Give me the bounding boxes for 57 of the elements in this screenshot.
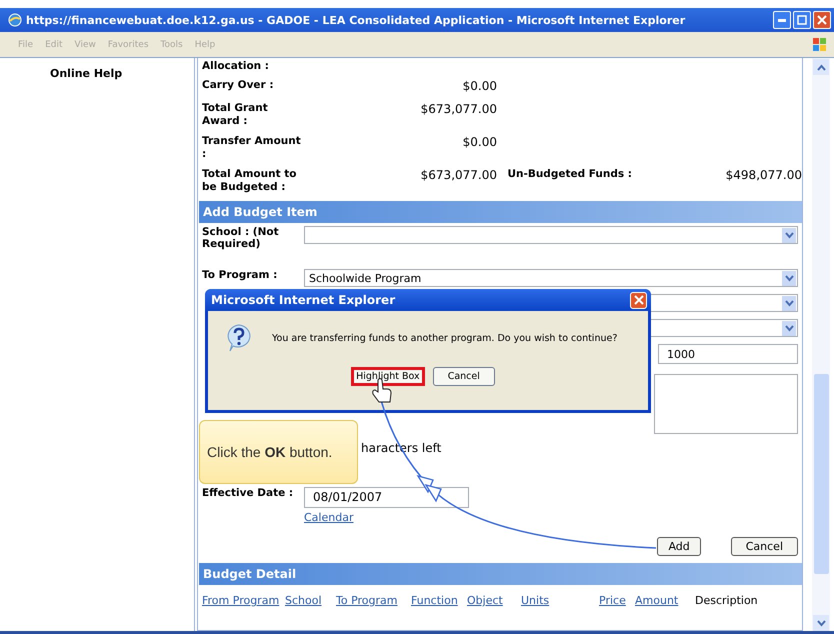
- amount-value: $0.00: [462, 135, 497, 149]
- input-field[interactable]: 1000: [658, 344, 798, 364]
- chevron-down-icon: [784, 300, 794, 306]
- field-label: Effective Date :: [202, 487, 294, 499]
- column-sort-link[interactable]: To Program: [336, 594, 398, 607]
- minimize-button[interactable]: [773, 11, 791, 29]
- calendar-link[interactable]: Calendar: [304, 511, 354, 524]
- maximize-icon: [797, 15, 807, 25]
- amount-value: $498,077.00: [724, 168, 802, 182]
- close-icon: [634, 295, 644, 305]
- cancel-button[interactable]: Cancel: [432, 367, 495, 386]
- scrollbar[interactable]: [812, 58, 830, 631]
- window-title: https://financewebuat.doe.k12.ga.us - GADOE - LEA Consolidated Application - Microsoft Internet Explorer: [26, 14, 686, 26]
- column-sort-link[interactable]: Price: [599, 594, 626, 607]
- cancel-button[interactable]: Cancel: [730, 537, 798, 556]
- globe-icon: [8, 13, 22, 27]
- field-label: Transfer Amount :: [202, 135, 302, 161]
- field-label: Allocation :: [202, 60, 270, 73]
- date-field[interactable]: 08/01/2007: [304, 487, 469, 508]
- dialog-message: You are transferring funds to another program. Do you wish to continue?: [272, 332, 618, 344]
- close-button[interactable]: [630, 292, 647, 308]
- chevron-down-icon: [784, 232, 794, 238]
- close-icon: [817, 15, 827, 25]
- column-sort-link[interactable]: Function: [411, 594, 458, 607]
- dropdown-field[interactable]: [304, 226, 798, 244]
- maximize-button[interactable]: [793, 11, 811, 29]
- amount-value: $673,077.00: [420, 168, 497, 182]
- amount-value: $0.00: [462, 79, 497, 93]
- column-sort-link[interactable]: Amount: [635, 594, 678, 607]
- field-label: To Program :: [202, 269, 278, 281]
- close-button[interactable]: [813, 11, 831, 29]
- field-label: Carry Over :: [202, 79, 275, 92]
- text-area[interactable]: [654, 374, 798, 434]
- column-header: Description: [695, 594, 758, 607]
- chevron-down-icon: [784, 324, 794, 332]
- field-label: Total Amount to be Budgeted :: [202, 168, 298, 194]
- sidebar-link[interactable]: Online Help: [50, 67, 122, 80]
- ok-button[interactable]: Highlight Box: [351, 367, 425, 386]
- dropdown-field[interactable]: Schoolwide Program: [304, 269, 798, 287]
- column-sort-link[interactable]: From Program: [202, 594, 280, 607]
- field-label: Un-Budgeted Funds :: [506, 168, 632, 181]
- field-label: Total Grant Award :: [202, 102, 269, 128]
- column-sort-link[interactable]: Object: [467, 594, 503, 607]
- minimize-icon: [778, 18, 786, 22]
- dialog-title: Microsoft Internet Explorer: [211, 293, 396, 307]
- section-header: Budget Detail: [199, 563, 802, 585]
- chevron-up-icon: [816, 64, 826, 70]
- chevron-down-icon: [784, 274, 794, 282]
- callout-text: Click the OK button.: [207, 444, 332, 460]
- section-header: Add Budget Item: [199, 201, 802, 223]
- add-button[interactable]: Add: [657, 537, 701, 556]
- chevron-down-icon: [816, 620, 826, 626]
- flag-icon: [812, 36, 828, 52]
- amount-value: $673,077.00: [420, 102, 497, 116]
- column-sort-link[interactable]: Units: [521, 594, 550, 607]
- field-label: School : (Not Required): [202, 226, 280, 250]
- column-sort-link[interactable]: School: [285, 594, 322, 607]
